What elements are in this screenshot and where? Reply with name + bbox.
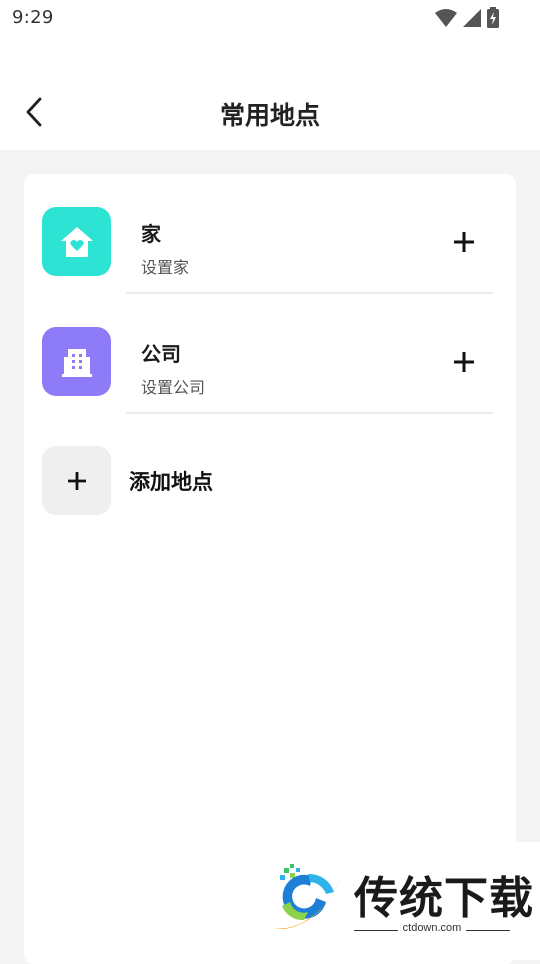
header: 常用地点 (0, 38, 540, 150)
building-icon (61, 348, 92, 377)
place-subtitle-company: 设置公司 (141, 378, 206, 397)
add-place-icon-tile (42, 446, 111, 515)
home-icon-tile (42, 207, 111, 276)
place-row-home[interactable]: 家 设置家 (24, 174, 516, 294)
watermark: 传统下载 ctdown.com (262, 842, 540, 960)
status-bar: 9:29 (0, 0, 540, 38)
add-company-button[interactable] (448, 346, 480, 378)
place-row-company[interactable]: 公司 设置公司 (24, 294, 516, 414)
status-time: 9:29 (12, 7, 54, 28)
divider (126, 412, 493, 414)
watermark-brand: 传统下载 (354, 873, 534, 924)
signal-icon (463, 9, 481, 27)
place-subtitle-home: 设置家 (141, 258, 190, 277)
watermark-url: ctdown.com (402, 922, 462, 934)
place-name-company: 公司 (141, 342, 181, 366)
plus-icon (67, 471, 86, 490)
watermark-line-right (466, 930, 510, 931)
plus-icon (454, 352, 474, 372)
home-heart-icon (60, 226, 93, 257)
company-icon-tile (42, 327, 111, 396)
status-icons (434, 7, 500, 29)
battery-charging-icon (487, 7, 499, 28)
plus-icon (454, 232, 474, 252)
add-place-label: 添加地点 (129, 470, 213, 494)
watermark-logo-icon (274, 864, 340, 929)
page-title: 常用地点 (219, 101, 320, 130)
place-name-home: 家 (141, 222, 161, 246)
add-home-button[interactable] (448, 226, 480, 258)
wifi-icon (435, 9, 457, 27)
add-place-button[interactable]: 添加地点 (24, 446, 516, 518)
